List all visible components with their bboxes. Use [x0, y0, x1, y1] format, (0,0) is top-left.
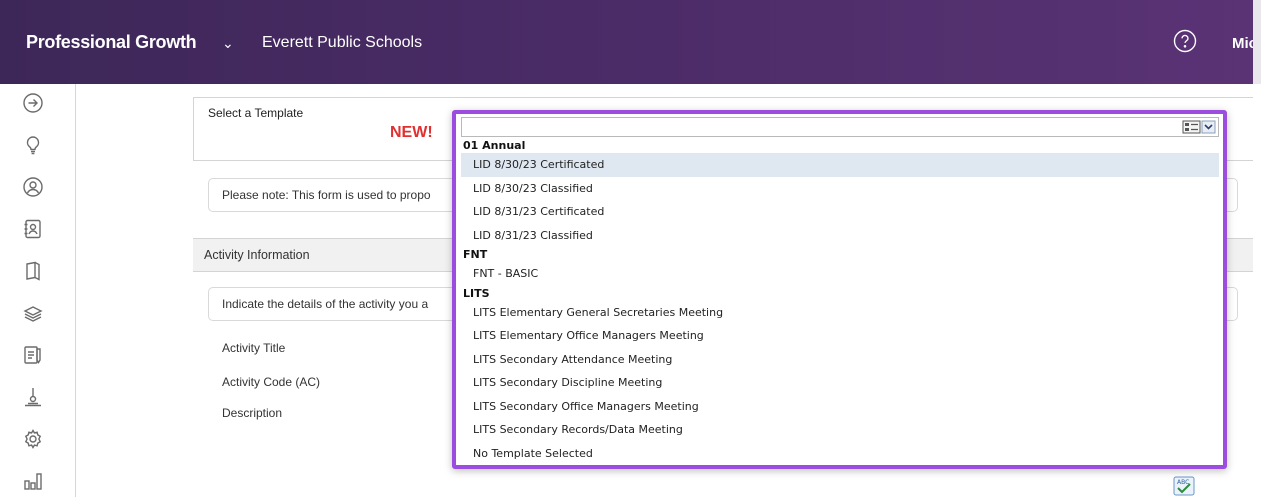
instructions-text: Indicate the details of the activity you… — [222, 297, 429, 311]
template-option[interactable]: LITS Secondary Records/Data Meeting — [461, 418, 1219, 442]
description-label: Description — [222, 406, 283, 420]
template-select-input[interactable] — [461, 117, 1219, 137]
template-option[interactable]: LID 8/31/23 Certificated — [461, 200, 1219, 224]
template-option[interactable]: LID 8/30/23 Certificated — [461, 153, 1219, 177]
activity-title-label: Activity Title — [222, 341, 286, 355]
option-group-label: FNT — [463, 248, 488, 261]
template-option[interactable]: LID 8/31/23 Classified — [461, 224, 1219, 248]
note-text: Please note: This form is used to propo — [222, 188, 431, 202]
svg-text:ABC: ABC — [1177, 479, 1189, 486]
template-option-list: 01 Annual LID 8/30/23 Certificated LID 8/3… — [461, 138, 1219, 465]
list-dropdown-icon[interactable] — [1182, 119, 1216, 135]
new-badge: NEW! — [390, 124, 433, 141]
template-option[interactable]: No Template Selected — [461, 442, 1219, 466]
activity-code-label: Activity Code (AC) — [222, 375, 321, 389]
user-menu[interactable]: Mic — [1232, 35, 1257, 52]
document-edit-icon[interactable] — [22, 344, 44, 366]
option-group-label: 01 Annual — [463, 139, 526, 152]
bar-chart-icon[interactable] — [22, 470, 44, 492]
option-group-label: LITS — [463, 286, 490, 300]
template-option[interactable]: LITS Secondary Attendance Meeting — [461, 348, 1219, 372]
top-header: Professional Growth ⌄ Everett Public Sch… — [0, 0, 1261, 84]
gear-icon[interactable] — [22, 428, 44, 450]
template-option[interactable]: LID 8/30/23 Classified — [461, 177, 1219, 201]
book-icon[interactable] — [22, 260, 44, 282]
layers-icon[interactable] — [22, 302, 44, 324]
select-template-label: Select a Template — [208, 106, 304, 120]
template-option[interactable]: FNT - BASIC — [461, 262, 1219, 286]
template-option[interactable]: LITS Secondary Discipline Meeting — [461, 371, 1219, 395]
app-switcher-chevron-icon[interactable]: ⌄ — [222, 35, 234, 52]
template-option[interactable]: LITS Elementary General Secretaries Meet… — [461, 301, 1219, 325]
arrow-right-circle-icon[interactable] — [22, 92, 44, 114]
template-option[interactable]: LITS Secondary Office Managers Meeting — [461, 395, 1219, 419]
person-circle-icon[interactable] — [22, 176, 44, 198]
template-option[interactable]: LITS Elementary Office Managers Meeting — [461, 324, 1219, 348]
template-dropdown[interactable]: 01 Annual LID 8/30/23 Certificated LID 8/3… — [452, 110, 1227, 469]
section-title: Activity Information — [204, 248, 310, 262]
app-title[interactable]: Professional Growth — [26, 32, 197, 53]
sidebar — [0, 84, 76, 497]
lightbulb-icon[interactable] — [22, 134, 44, 156]
contacts-book-icon[interactable] — [22, 218, 44, 240]
help-circle-icon[interactable] — [1173, 29, 1197, 53]
certificate-award-icon[interactable] — [22, 386, 44, 408]
district-name[interactable]: Everett Public Schools — [262, 34, 422, 52]
spellcheck-icon[interactable]: ABC — [1173, 476, 1195, 496]
